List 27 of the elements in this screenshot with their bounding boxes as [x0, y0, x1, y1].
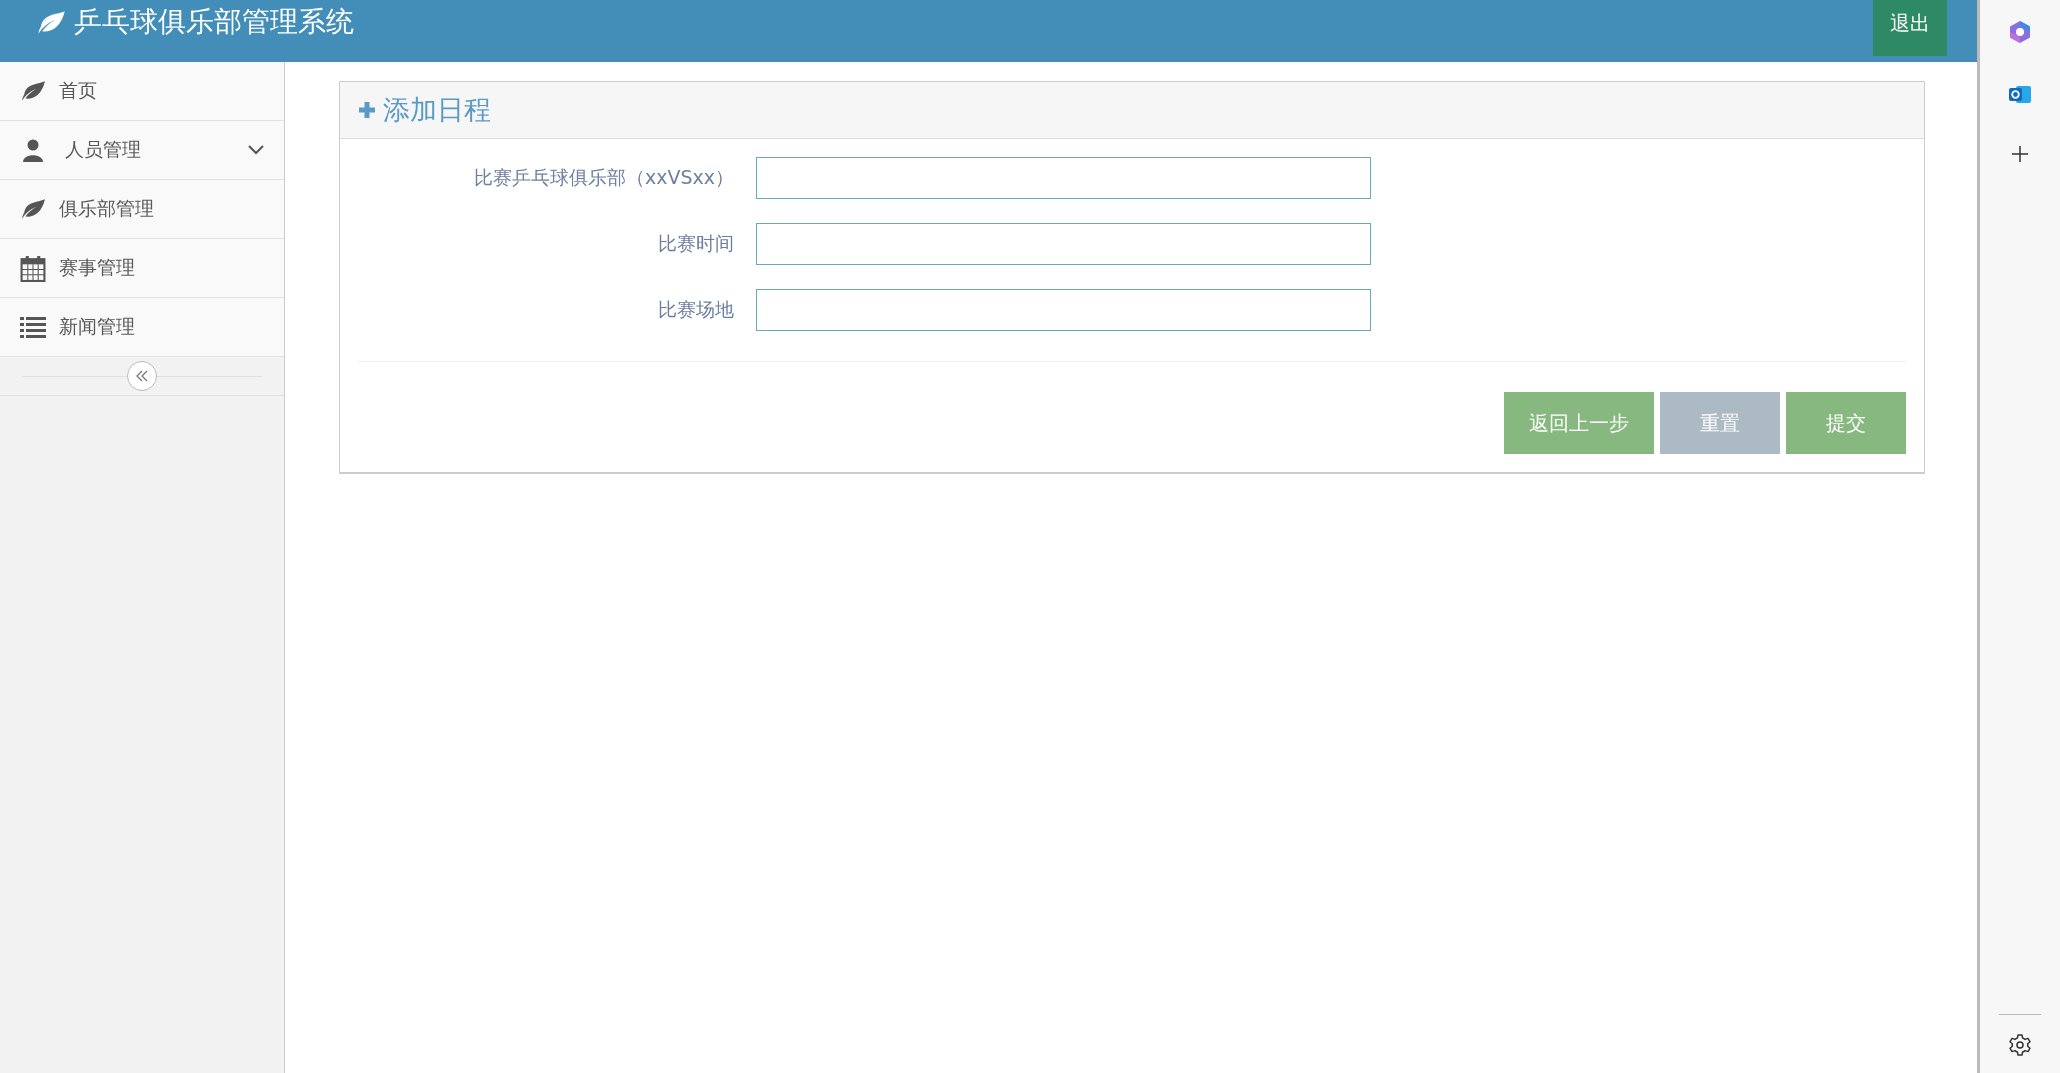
settings-icon[interactable] — [2008, 1033, 2032, 1057]
field-label: 比赛场地 — [657, 297, 735, 322]
app-title: 乒乓球俱乐部管理系统 — [74, 4, 354, 40]
chevron-icon — [248, 145, 264, 155]
plus-icon — [357, 100, 377, 120]
calendar-icon — [20, 254, 46, 282]
panel-title: 添加日程 — [383, 93, 491, 127]
input-field[interactable] — [756, 157, 1371, 199]
leaf-icon — [20, 198, 46, 220]
sidebar-item[interactable]: 人员管理 — [0, 121, 284, 180]
hexagon-icon[interactable] — [2008, 20, 2032, 44]
leaf-icon — [20, 80, 46, 102]
list-icon — [20, 316, 46, 338]
sidebar-item[interactable]: 新闻管理 — [0, 298, 284, 357]
sidebar-item[interactable]: 赛事管理 — [0, 239, 284, 298]
sidebar-item[interactable]: 俱乐部管理 — [0, 180, 284, 239]
collapse-button[interactable] — [127, 361, 157, 391]
input-field[interactable] — [756, 223, 1371, 265]
field-label: 比赛时间 — [657, 231, 735, 256]
user-icon — [20, 138, 46, 162]
input-field[interactable] — [756, 289, 1371, 331]
leaf-icon — [36, 9, 66, 35]
double-chevron-icon — [135, 370, 149, 382]
sidebar-item[interactable]: 首页 — [0, 62, 284, 121]
logout-button[interactable]: 退出 — [1873, 0, 1947, 56]
add-icon[interactable] — [2010, 144, 2030, 164]
field-label: 比赛乒乓球俱乐部（xxVSxx） — [472, 165, 735, 190]
